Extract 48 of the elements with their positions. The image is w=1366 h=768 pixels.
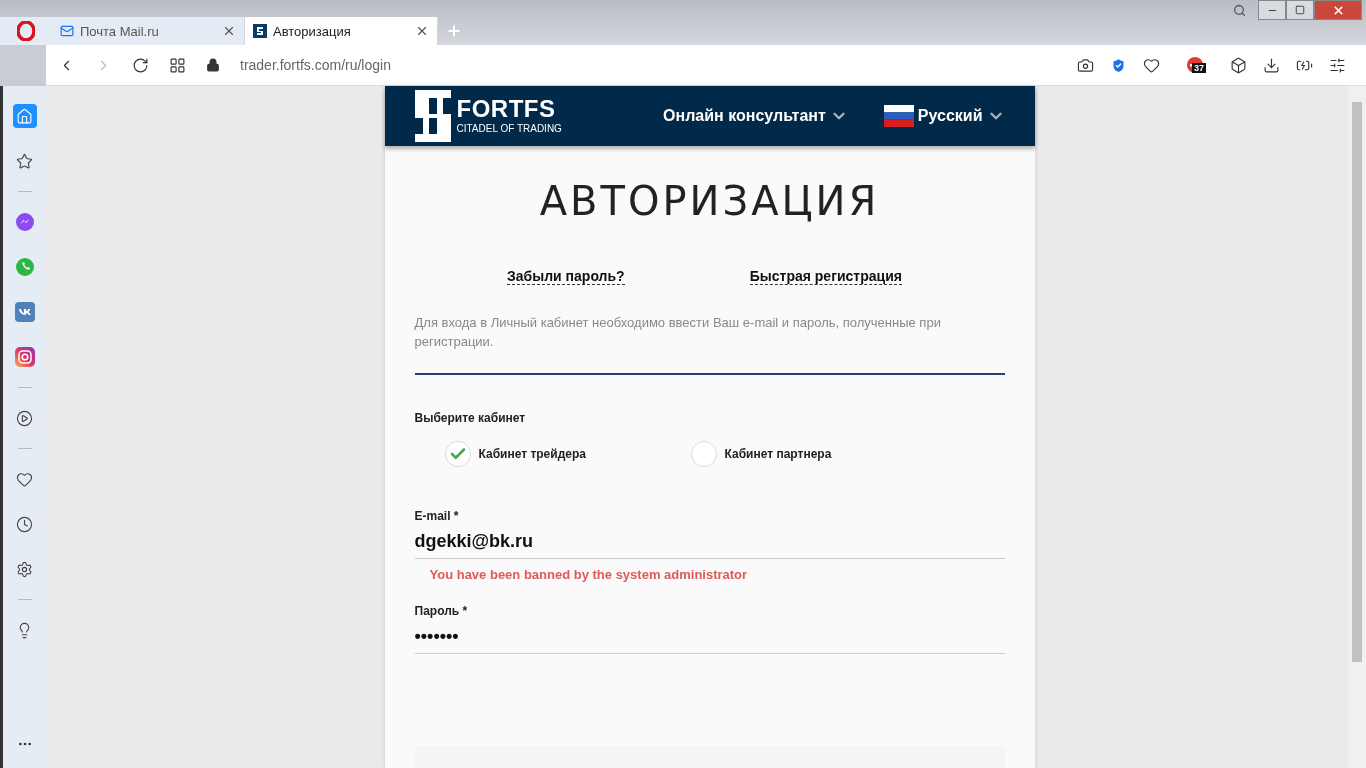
settings-icon[interactable] (1329, 56, 1346, 74)
heart-icon[interactable] (1143, 56, 1160, 74)
grid-icon[interactable] (169, 56, 186, 74)
browser-tab[interactable]: Почта Mail.ru (52, 17, 245, 45)
close-icon[interactable] (222, 24, 236, 38)
menu-dropdown[interactable]: Онлайн консультант (663, 107, 826, 125)
browser-tab[interactable]: Авторизация (245, 17, 438, 45)
logo-tagline: CITADEL OF TRADING (456, 122, 562, 136)
close-icon (1331, 3, 1345, 17)
radio-label: Кабинет партнера (724, 447, 832, 461)
close-icon[interactable] (415, 24, 429, 38)
count-badge: 37 (1192, 63, 1206, 73)
minimize-button[interactable] (1258, 0, 1286, 20)
email-field[interactable]: dgekki@bk.ru (414, 523, 1005, 559)
scrollbar-thumb[interactable] (1352, 102, 1362, 662)
menu-dropdown[interactable]: Русский (917, 107, 983, 125)
radio-label: Кабинет трейдера (478, 447, 586, 461)
radio-button[interactable] (444, 441, 471, 467)
envelope-icon (60, 24, 74, 38)
text-link[interactable]: Забыли пароль? (507, 268, 625, 285)
radio-button[interactable] (690, 441, 717, 467)
site-logo-icon (253, 24, 267, 38)
camera-icon[interactable] (12, 345, 37, 369)
camera-icon[interactable] (1077, 56, 1094, 74)
field-label: Пароль * (414, 604, 469, 618)
vk-icon[interactable] (12, 300, 37, 324)
field-label: E-mail * (414, 509, 460, 523)
error-message: You have been banned by the system administrator (429, 567, 749, 582)
home-icon[interactable] (12, 104, 37, 128)
close-window-button[interactable] (1314, 0, 1362, 20)
search-icon[interactable] (1233, 3, 1246, 17)
maximize-button[interactable] (1286, 0, 1314, 20)
lock-icon (206, 58, 220, 72)
page-title: АВТОРИЗАЦИЯ (538, 178, 881, 224)
password-field[interactable]: ••••••• (414, 618, 1005, 654)
flag-icon (883, 105, 914, 127)
text-link[interactable]: Быстрая регистрация (749, 268, 902, 285)
opera-logo-icon[interactable] (17, 21, 35, 41)
logo-text: FORTFS (456, 96, 557, 122)
reload-icon[interactable] (132, 56, 149, 74)
address-field[interactable]: trader.fortfs.com/ru/login (240, 57, 1057, 73)
cube-icon[interactable] (1230, 56, 1247, 74)
logo-icon (414, 90, 451, 142)
maximize-icon (1295, 5, 1305, 15)
field-label: Выберите кабинет (414, 411, 527, 425)
download-icon[interactable] (1263, 56, 1280, 74)
shield-icon[interactable] (1110, 56, 1127, 74)
instruction-text: Для входа в Личный кабинет необходимо ввести Ваш e-mail и пароль, полученные при регистрации. (414, 313, 1005, 375)
